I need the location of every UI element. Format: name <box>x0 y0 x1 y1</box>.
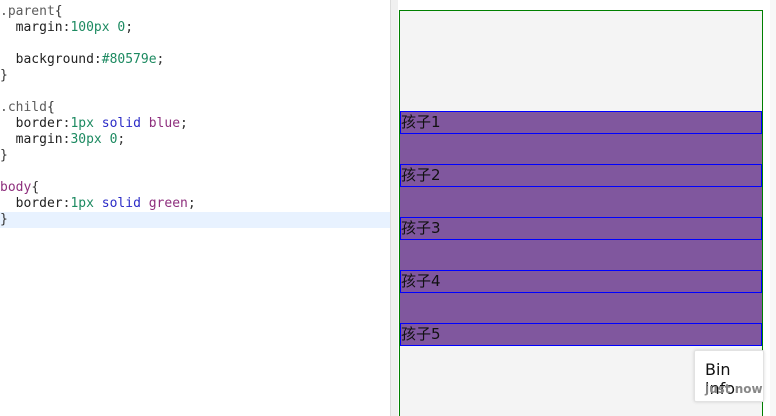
code-line[interactable] <box>0 164 390 180</box>
code-line[interactable]: margin:30px 0; <box>0 132 390 148</box>
code-token: 30px 0 <box>70 132 118 147</box>
code-token: border <box>0 196 63 211</box>
child-box: 孩子1 <box>400 111 762 134</box>
code-token: solid <box>101 116 149 131</box>
code-token: background <box>0 52 94 67</box>
parent-box: 孩子1 孩子2 孩子3 孩子4 孩子5 <box>400 111 762 346</box>
code-token: } <box>0 148 8 163</box>
preview-scrollbar[interactable] <box>770 0 776 416</box>
child-box: 孩子3 <box>400 217 762 240</box>
code-token: { <box>31 180 40 195</box>
code-line[interactable]: .child{ <box>0 100 390 116</box>
bin-info-time: just now <box>705 382 763 396</box>
code-token: { <box>46 100 55 115</box>
code-token: } <box>0 68 8 83</box>
code-token: margin <box>0 132 63 147</box>
code-token: .child <box>0 100 47 115</box>
code-token: green <box>148 196 188 211</box>
code-token: .parent <box>0 4 55 19</box>
child-box: 孩子2 <box>400 164 762 187</box>
code-token: 100px 0 <box>70 20 126 35</box>
code-line[interactable]: background:#80579e; <box>0 52 390 68</box>
code-token: ; <box>125 20 134 35</box>
code-token: solid <box>101 196 149 211</box>
code-token: ; <box>187 196 196 211</box>
code-token: #80579e <box>101 52 157 67</box>
css-editor[interactable]: .parent{ margin:100px 0; background:#805… <box>0 0 390 416</box>
code-token: 1px <box>70 196 102 211</box>
child-box: 孩子5 <box>400 323 762 346</box>
code-token: ; <box>117 132 126 147</box>
code-token: ; <box>180 116 188 131</box>
code-line[interactable]: } <box>0 212 390 228</box>
code-line[interactable]: border:1px solid green; <box>0 196 390 212</box>
code-line[interactable]: body{ <box>0 180 390 196</box>
code-token: { <box>54 4 63 19</box>
code-token: ; <box>156 52 165 67</box>
code-token: blue <box>148 116 181 131</box>
code-token: } <box>0 212 8 227</box>
child-box: 孩子4 <box>400 270 762 293</box>
code-token: 1px <box>70 116 102 131</box>
code-line[interactable]: .parent{ <box>0 4 390 20</box>
code-token: : <box>93 52 102 67</box>
code-token: border <box>0 116 63 131</box>
code-line[interactable]: } <box>0 68 390 84</box>
code-line[interactable] <box>0 36 390 52</box>
code-line[interactable]: margin:100px 0; <box>0 20 390 36</box>
code-token: margin <box>0 20 63 35</box>
code-token: body <box>0 180 32 195</box>
bin-info-panel[interactable]: Bin info just now <box>694 350 764 402</box>
code-line[interactable]: } <box>0 148 390 164</box>
code-line[interactable]: border:1px solid blue; <box>0 116 390 132</box>
code-line[interactable] <box>0 84 390 100</box>
